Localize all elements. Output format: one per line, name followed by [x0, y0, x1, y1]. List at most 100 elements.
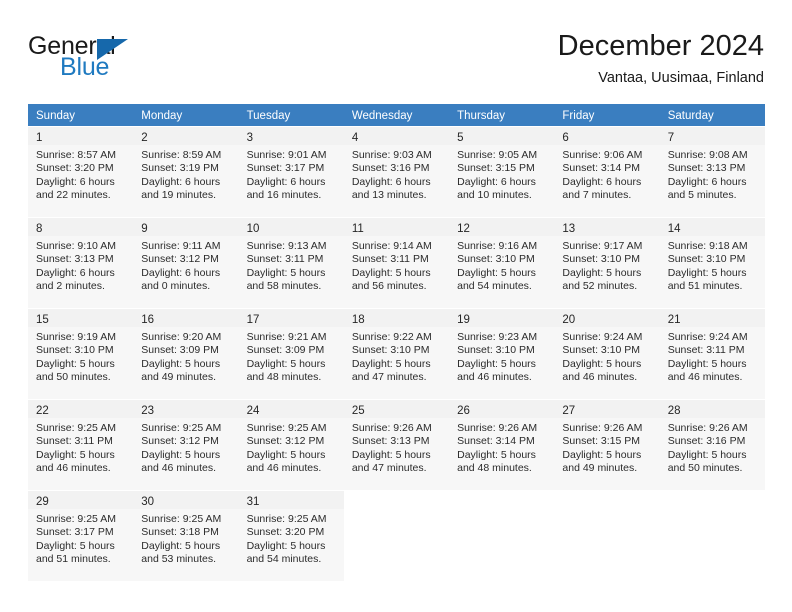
page-title: December 2024 — [557, 30, 764, 62]
day-cell[interactable]: 16 Sunrise: 9:20 AM Sunset: 3:09 PM Dayl… — [133, 309, 239, 399]
day-cell[interactable]: 21 Sunrise: 9:24 AM Sunset: 3:11 PM Dayl… — [659, 309, 765, 399]
day-cell[interactable]: 1 Sunrise: 8:57 AM Sunset: 3:20 PM Dayli… — [28, 127, 134, 217]
daylight-text-line1: Daylight: 6 hours — [246, 175, 326, 188]
daylight-text-line1: Daylight: 5 hours — [562, 448, 642, 461]
day-cell[interactable]: 3 Sunrise: 9:01 AM Sunset: 3:17 PM Dayli… — [238, 127, 344, 217]
general-blue-logo[interactable]: General Blue — [28, 32, 208, 90]
daylight-text-line1: Daylight: 5 hours — [667, 357, 747, 370]
daylight-text-line2: and 46 minutes. — [141, 462, 216, 475]
daylight-text-line2: and 48 minutes. — [457, 462, 532, 475]
day-cell[interactable]: 7 Sunrise: 9:08 AM Sunset: 3:13 PM Dayli… — [659, 127, 765, 217]
day-number: 6 — [554, 127, 660, 145]
day-cell[interactable]: 30 Sunrise: 9:25 AM Sunset: 3:18 PM Dayl… — [133, 491, 239, 581]
day-number: 23 — [133, 400, 239, 418]
sunset-text: Sunset: 3:18 PM — [141, 526, 219, 539]
page-subtitle-location: Vantaa, Uusimaa, Finland — [598, 70, 764, 86]
day-cell[interactable]: 20 Sunrise: 9:24 AM Sunset: 3:10 PM Dayl… — [554, 309, 660, 399]
day-cell[interactable]: 11 Sunrise: 9:14 AM Sunset: 3:11 PM Dayl… — [343, 218, 450, 308]
day-cell[interactable]: 5 Sunrise: 9:05 AM Sunset: 3:15 PM Dayli… — [449, 127, 555, 217]
day-number: 1 — [28, 127, 134, 145]
day-cell[interactable]: 14 Sunrise: 9:18 AM Sunset: 3:10 PM Dayl… — [659, 218, 765, 308]
day-info: Sunrise: 9:25 AM Sunset: 3:17 PM Dayligh… — [28, 509, 133, 567]
day-cell[interactable]: 6 Sunrise: 9:06 AM Sunset: 3:14 PM Dayli… — [554, 127, 660, 217]
day-cell-empty — [659, 491, 765, 581]
sunrise-text: Sunrise: 9:20 AM — [141, 331, 222, 343]
sunrise-text: Sunrise: 9:18 AM — [667, 240, 748, 252]
day-number: 3 — [238, 127, 344, 145]
day-cell[interactable]: 29 Sunrise: 9:25 AM Sunset: 3:17 PM Dayl… — [28, 491, 134, 581]
day-cell[interactable]: 24 Sunrise: 9:25 AM Sunset: 3:12 PM Dayl… — [238, 400, 344, 490]
day-info: Sunrise: 9:18 AM Sunset: 3:10 PM Dayligh… — [660, 236, 765, 294]
sunrise-text: Sunrise: 9:23 AM — [457, 331, 538, 343]
sunset-text: Sunset: 3:10 PM — [36, 344, 114, 357]
day-cell[interactable]: 8 Sunrise: 9:10 AM Sunset: 3:13 PM Dayli… — [28, 218, 134, 308]
daylight-text-line1: Daylight: 5 hours — [141, 448, 221, 461]
day-number: 8 — [28, 218, 134, 236]
day-number: 18 — [343, 309, 450, 327]
day-info: Sunrise: 9:20 AM Sunset: 3:09 PM Dayligh… — [133, 327, 238, 385]
day-cell[interactable]: 2 Sunrise: 8:59 AM Sunset: 3:19 PM Dayli… — [133, 127, 239, 217]
daylight-text-line2: and 0 minutes. — [141, 280, 211, 293]
daylight-text-line1: Daylight: 5 hours — [457, 357, 536, 370]
day-cell[interactable]: 23 Sunrise: 9:25 AM Sunset: 3:12 PM Dayl… — [133, 400, 239, 490]
day-cell[interactable]: 18 Sunrise: 9:22 AM Sunset: 3:10 PM Dayl… — [343, 309, 450, 399]
sunset-text: Sunset: 3:11 PM — [36, 435, 113, 448]
daylight-text-line1: Daylight: 6 hours — [36, 266, 115, 279]
day-number — [554, 491, 660, 509]
day-cell[interactable]: 12 Sunrise: 9:16 AM Sunset: 3:10 PM Dayl… — [449, 218, 555, 308]
day-cell[interactable]: 28 Sunrise: 9:26 AM Sunset: 3:16 PM Dayl… — [659, 400, 765, 490]
day-cell[interactable]: 10 Sunrise: 9:13 AM Sunset: 3:11 PM Dayl… — [238, 218, 344, 308]
day-cell[interactable]: 25 Sunrise: 9:26 AM Sunset: 3:13 PM Dayl… — [343, 400, 450, 490]
title-block: December 2024 Vantaa, Uusimaa, Finland — [558, 28, 764, 89]
sunrise-text: Sunrise: 9:21 AM — [246, 331, 327, 343]
weekday-header-sunday: Sunday — [36, 110, 76, 122]
daylight-text-line2: and 56 minutes. — [351, 280, 427, 293]
day-cell[interactable]: 15 Sunrise: 9:19 AM Sunset: 3:10 PM Dayl… — [28, 309, 134, 399]
sunrise-text: Sunrise: 9:05 AM — [457, 149, 538, 161]
sunrise-text: Sunrise: 9:17 AM — [562, 240, 643, 252]
daylight-text-line1: Daylight: 5 hours — [457, 448, 536, 461]
day-cell[interactable]: 22 Sunrise: 9:25 AM Sunset: 3:11 PM Dayl… — [28, 400, 134, 490]
day-info: Sunrise: 9:05 AM Sunset: 3:15 PM Dayligh… — [449, 145, 554, 203]
daylight-text-line2: and 46 minutes. — [36, 462, 111, 475]
sunrise-text: Sunrise: 9:26 AM — [667, 422, 748, 434]
sunset-text: Sunset: 3:16 PM — [351, 162, 430, 175]
day-number: 2 — [133, 127, 239, 145]
day-cell[interactable]: 27 Sunrise: 9:26 AM Sunset: 3:15 PM Dayl… — [554, 400, 660, 490]
day-cell[interactable]: 17 Sunrise: 9:21 AM Sunset: 3:09 PM Dayl… — [238, 309, 344, 399]
day-cell[interactable]: 31 Sunrise: 9:25 AM Sunset: 3:20 PM Dayl… — [238, 491, 344, 581]
weekday-header-wednesday: Wednesday — [351, 110, 413, 122]
sunset-text: Sunset: 3:16 PM — [667, 435, 746, 448]
daylight-text-line2: and 46 minutes. — [667, 371, 743, 384]
daylight-text-line2: and 58 minutes. — [246, 280, 322, 293]
sunrise-text: Sunrise: 9:22 AM — [351, 331, 432, 343]
day-info: Sunrise: 9:06 AM Sunset: 3:14 PM Dayligh… — [554, 145, 659, 203]
day-cell[interactable]: 26 Sunrise: 9:26 AM Sunset: 3:14 PM Dayl… — [449, 400, 555, 490]
day-cell[interactable]: 9 Sunrise: 9:11 AM Sunset: 3:12 PM Dayli… — [133, 218, 239, 308]
day-number: 11 — [343, 218, 450, 236]
daylight-text-line1: Daylight: 5 hours — [141, 539, 221, 552]
day-number: 5 — [449, 127, 555, 145]
day-cell[interactable]: 13 Sunrise: 9:17 AM Sunset: 3:10 PM Dayl… — [554, 218, 660, 308]
sunset-text: Sunset: 3:12 PM — [141, 253, 219, 266]
sunrise-text: Sunrise: 9:16 AM — [457, 240, 538, 252]
sunrise-text: Sunrise: 9:03 AM — [351, 149, 432, 161]
daylight-text-line1: Daylight: 6 hours — [36, 175, 115, 188]
daylight-text-line1: Daylight: 5 hours — [562, 357, 642, 370]
daylight-text-line1: Daylight: 5 hours — [457, 266, 536, 279]
sunset-text: Sunset: 3:13 PM — [351, 435, 430, 448]
week-row: 15 Sunrise: 9:19 AM Sunset: 3:10 PM Dayl… — [28, 309, 765, 400]
day-number: 19 — [449, 309, 555, 327]
sunset-text: Sunset: 3:10 PM — [457, 253, 535, 266]
day-number: 12 — [449, 218, 555, 236]
sunrise-text: Sunrise: 9:14 AM — [351, 240, 432, 252]
daylight-text-line2: and 49 minutes. — [562, 462, 638, 475]
day-number: 22 — [28, 400, 134, 418]
day-cell[interactable]: 4 Sunrise: 9:03 AM Sunset: 3:16 PM Dayli… — [343, 127, 450, 217]
day-cell[interactable]: 19 Sunrise: 9:23 AM Sunset: 3:10 PM Dayl… — [449, 309, 555, 399]
daylight-text-line1: Daylight: 6 hours — [141, 266, 221, 279]
day-info: Sunrise: 9:25 AM Sunset: 3:12 PM Dayligh… — [133, 418, 238, 476]
daylight-text-line2: and 7 minutes. — [562, 189, 632, 202]
daylight-text-line2: and 51 minutes. — [36, 553, 111, 566]
day-number — [659, 491, 765, 509]
